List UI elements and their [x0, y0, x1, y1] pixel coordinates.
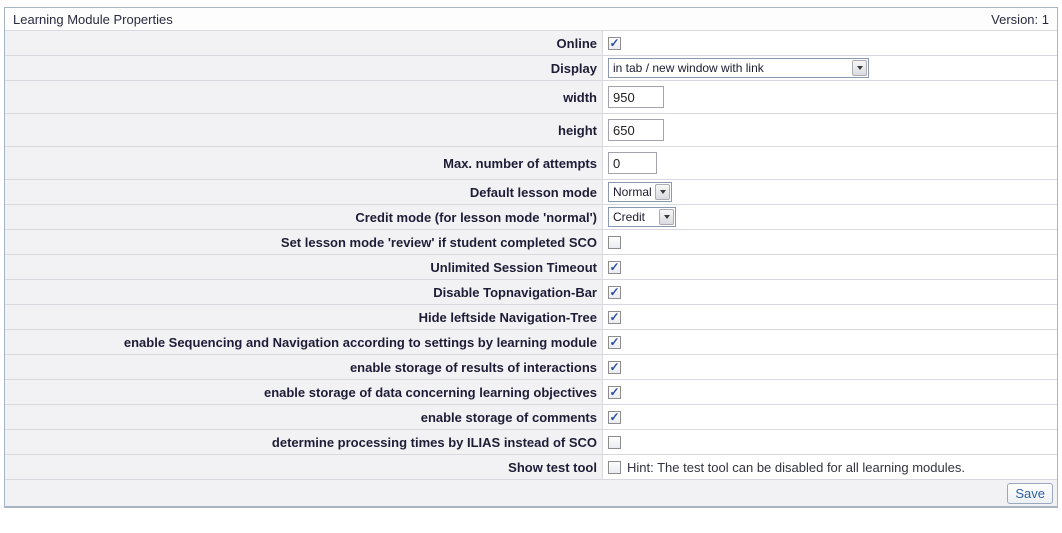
field-control [603, 230, 1057, 254]
form-row-enable-sequencing-navigation: enable Sequencing and Navigation accordi… [5, 330, 1057, 355]
hide-leftside-navigation-tree-checkbox[interactable]: ✓ [608, 311, 621, 324]
disable-topnavigation-bar-checkbox[interactable]: ✓ [608, 286, 621, 299]
width-input[interactable] [608, 86, 664, 108]
field-label: enable Sequencing and Navigation accordi… [5, 330, 603, 354]
height-input[interactable] [608, 119, 664, 141]
field-control: ✓ [603, 255, 1057, 279]
check-icon: ✓ [609, 311, 619, 323]
page-title: Learning Module Properties [13, 12, 173, 27]
field-label: Unlimited Session Timeout [5, 255, 603, 279]
enable-storage-comments-checkbox[interactable]: ✓ [608, 411, 621, 424]
field-label: determine processing times by ILIAS inst… [5, 430, 603, 454]
field-control [603, 114, 1057, 146]
field-control: Hint: The test tool can be disabled for … [603, 455, 1057, 479]
field-control: in tab / new window with link [603, 56, 1057, 80]
field-control [603, 430, 1057, 454]
form-row-enable-storage-comments: enable storage of comments ✓ [5, 405, 1057, 430]
form-row-enable-storage-objectives: enable storage of data concerning learni… [5, 380, 1057, 405]
form-row-default-lesson-mode: Default lesson mode Normal [5, 180, 1057, 205]
form-row-width: width [5, 81, 1057, 114]
field-control: ✓ [603, 380, 1057, 404]
field-label: height [5, 114, 603, 146]
check-icon: ✓ [609, 286, 619, 298]
hint-text: Hint: The test tool can be disabled for … [627, 460, 965, 475]
version-label: Version: 1 [991, 12, 1049, 27]
field-label: Max. number of attempts [5, 147, 603, 179]
form-row-height: height [5, 114, 1057, 147]
field-label: Display [5, 56, 603, 80]
field-label: Hide leftside Navigation-Tree [5, 305, 603, 329]
field-control: ✓ [603, 355, 1057, 379]
field-control: ✓ [603, 280, 1057, 304]
field-label: width [5, 81, 603, 113]
form-row-display: Display in tab / new window with link [5, 56, 1057, 81]
field-control: Normal [603, 180, 1057, 204]
form-row-online: Online ✓ [5, 31, 1057, 56]
form-row-enable-storage-interactions: enable storage of results of interaction… [5, 355, 1057, 380]
check-icon: ✓ [609, 261, 619, 273]
panel-header: Learning Module Properties Version: 1 [5, 8, 1057, 31]
field-label: Show test tool [5, 455, 603, 479]
field-control [603, 81, 1057, 113]
save-button[interactable]: Save [1007, 483, 1053, 504]
field-control [603, 147, 1057, 179]
form-row-credit-mode: Credit mode (for lesson mode 'normal') Cr… [5, 205, 1057, 230]
form-row-max-attempts: Max. number of attempts [5, 147, 1057, 180]
max-attempts-input[interactable] [608, 152, 657, 174]
field-label: enable storage of data concerning learni… [5, 380, 603, 404]
field-label: Default lesson mode [5, 180, 603, 204]
form-row-disable-topnavigation-bar: Disable Topnavigation-Bar ✓ [5, 280, 1057, 305]
enable-sequencing-navigation-checkbox[interactable]: ✓ [608, 336, 621, 349]
online-checkbox[interactable]: ✓ [608, 37, 621, 50]
field-label: Set lesson mode 'review' if student comp… [5, 230, 603, 254]
select-value: Credit [609, 210, 645, 224]
check-icon: ✓ [609, 336, 619, 348]
form-rows: Online ✓ Display in tab / new window with l… [5, 31, 1057, 480]
enable-storage-interactions-checkbox[interactable]: ✓ [608, 361, 621, 374]
show-test-tool-checkbox[interactable] [608, 461, 621, 474]
field-control: Credit [603, 205, 1057, 229]
field-label: enable storage of comments [5, 405, 603, 429]
select-value: Normal [609, 185, 652, 199]
field-control: ✓ [603, 330, 1057, 354]
check-icon: ✓ [609, 386, 619, 398]
field-label: Online [5, 31, 603, 55]
unlimited-session-timeout-checkbox[interactable]: ✓ [608, 261, 621, 274]
check-icon: ✓ [609, 411, 619, 423]
form-row-processing-times-ilias: determine processing times by ILIAS inst… [5, 430, 1057, 455]
form-row-unlimited-session-timeout: Unlimited Session Timeout ✓ [5, 255, 1057, 280]
field-label: Credit mode (for lesson mode 'normal') [5, 205, 603, 229]
field-label: Disable Topnavigation-Bar [5, 280, 603, 304]
field-label: enable storage of results of interaction… [5, 355, 603, 379]
field-control: ✓ [603, 31, 1057, 55]
form-row-review-if-completed: Set lesson mode 'review' if student comp… [5, 230, 1057, 255]
display-select[interactable]: in tab / new window with link [608, 58, 869, 78]
field-control: ✓ [603, 305, 1057, 329]
enable-storage-objectives-checkbox[interactable]: ✓ [608, 386, 621, 399]
default-lesson-mode-select[interactable]: Normal [608, 182, 672, 202]
field-control: ✓ [603, 405, 1057, 429]
check-icon: ✓ [609, 37, 619, 49]
chevron-down-icon [655, 184, 670, 200]
form-row-hide-leftside-navigation-tree: Hide leftside Navigation-Tree ✓ [5, 305, 1057, 330]
command-row: Save [5, 480, 1057, 506]
credit-mode-select[interactable]: Credit [608, 207, 676, 227]
form-row-show-test-tool: Show test tool Hint: The test tool can be… [5, 455, 1057, 480]
review-if-completed-checkbox[interactable] [608, 236, 621, 249]
check-icon: ✓ [609, 361, 619, 373]
processing-times-ilias-checkbox[interactable] [608, 436, 621, 449]
select-value: in tab / new window with link [609, 61, 764, 75]
chevron-down-icon [659, 209, 674, 225]
learning-module-properties-panel: Learning Module Properties Version: 1 On… [4, 7, 1058, 508]
chevron-down-icon [852, 60, 867, 76]
